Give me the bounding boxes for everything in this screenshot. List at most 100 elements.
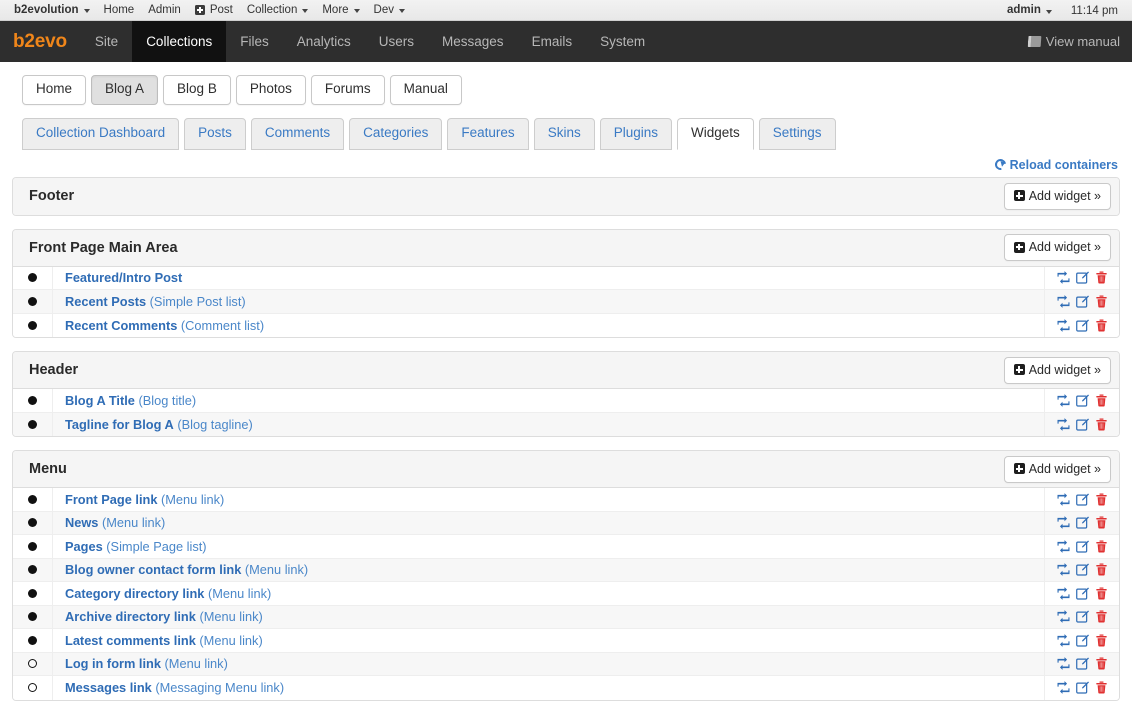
edit-widget-icon[interactable] [1076, 516, 1089, 530]
widget-enabled-toggle[interactable] [13, 558, 53, 582]
widget-label[interactable]: News (Menu link) [53, 515, 1044, 530]
add-widget-button[interactable]: Add widget » [1003, 356, 1111, 384]
edit-widget-icon[interactable] [1076, 271, 1089, 285]
move-widget-icon[interactable] [1057, 681, 1070, 695]
add-widget-button[interactable]: Add widget » [1003, 455, 1111, 483]
widget-enabled-toggle[interactable] [13, 412, 53, 437]
widget-row[interactable]: Pages (Simple Page list) [13, 535, 1119, 559]
tab-skins[interactable]: Skins [533, 117, 595, 150]
collection-tab-blog-a[interactable]: Blog A [91, 75, 159, 105]
widget-enabled-toggle[interactable] [13, 389, 53, 412]
move-widget-icon[interactable] [1057, 516, 1070, 530]
widget-row[interactable]: Log in form link (Menu link) [13, 652, 1119, 677]
nav-tab-files[interactable]: Files [226, 21, 283, 62]
delete-widget-icon[interactable] [1095, 295, 1108, 308]
widget-enabled-toggle[interactable] [13, 266, 53, 290]
collection-tab-manual[interactable]: Manual [389, 75, 462, 105]
tab-features[interactable]: Features [447, 117, 529, 150]
widget-row[interactable]: Archive directory link (Menu link) [13, 605, 1119, 630]
edit-widget-icon[interactable] [1076, 319, 1089, 332]
evobar-item-admin[interactable]: Admin [141, 0, 188, 21]
collection-tab-photos[interactable]: Photos [235, 75, 306, 105]
move-widget-icon[interactable] [1057, 493, 1070, 506]
widget-row[interactable]: News (Menu link) [13, 511, 1119, 536]
delete-widget-icon[interactable] [1095, 587, 1108, 600]
delete-widget-icon[interactable] [1095, 271, 1108, 284]
nav-tab-site[interactable]: Site [81, 21, 132, 62]
widget-enabled-toggle[interactable] [13, 629, 53, 652]
app-logo[interactable]: b2evo [0, 21, 81, 62]
delete-widget-icon[interactable] [1095, 493, 1108, 506]
tab-settings[interactable]: Settings [758, 117, 836, 150]
widget-label[interactable]: Category directory link (Menu link) [53, 586, 1044, 601]
widget-row[interactable]: Blog A Title (Blog title) [13, 389, 1119, 413]
edit-widget-icon[interactable] [1076, 610, 1089, 624]
widget-enabled-toggle[interactable] [13, 488, 53, 511]
widget-enabled-toggle[interactable] [13, 290, 53, 313]
tab-collection-dashboard[interactable]: Collection Dashboard [22, 117, 180, 150]
move-widget-icon[interactable] [1057, 610, 1070, 624]
move-widget-icon[interactable] [1057, 540, 1070, 553]
widget-row[interactable]: Recent Comments (Comment list) [13, 313, 1119, 338]
edit-widget-icon[interactable] [1076, 295, 1089, 308]
widget-label[interactable]: Front Page link (Menu link) [53, 492, 1044, 507]
tab-widgets[interactable]: Widgets [676, 117, 754, 150]
move-widget-icon[interactable] [1057, 319, 1070, 332]
widget-enabled-toggle[interactable] [13, 582, 53, 605]
widget-label[interactable]: Messages link (Messaging Menu link) [53, 680, 1044, 695]
evobar-item-dev[interactable]: Dev [367, 0, 412, 21]
move-widget-icon[interactable] [1057, 587, 1070, 600]
widget-enabled-toggle[interactable] [13, 676, 53, 700]
delete-widget-icon[interactable] [1095, 681, 1108, 694]
widget-row[interactable]: Latest comments link (Menu link) [13, 629, 1119, 653]
widget-enabled-toggle[interactable] [13, 605, 53, 629]
widget-label[interactable]: Blog A Title (Blog title) [53, 393, 1044, 408]
widget-row[interactable]: Messages link (Messaging Menu link) [13, 676, 1119, 700]
nav-tab-collections[interactable]: Collections [132, 21, 227, 62]
tab-categories[interactable]: Categories [349, 117, 443, 150]
widget-row[interactable]: Featured/Intro Post [13, 266, 1119, 291]
move-widget-icon[interactable] [1057, 295, 1070, 308]
collection-tab-forums[interactable]: Forums [310, 75, 385, 105]
edit-widget-icon[interactable] [1076, 634, 1089, 647]
widget-row[interactable]: Blog owner contact form link (Menu link) [13, 558, 1119, 583]
widget-label[interactable]: Log in form link (Menu link) [53, 656, 1044, 671]
widget-row[interactable]: Tagline for Blog A (Blog tagline) [13, 412, 1119, 437]
edit-widget-icon[interactable] [1076, 681, 1089, 695]
move-widget-icon[interactable] [1057, 563, 1070, 577]
delete-widget-icon[interactable] [1095, 394, 1108, 407]
move-widget-icon[interactable] [1057, 394, 1070, 407]
widget-enabled-toggle[interactable] [13, 535, 53, 558]
evobar-item-collection[interactable]: Collection [240, 0, 316, 21]
delete-widget-icon[interactable] [1095, 319, 1108, 332]
reload-containers-link[interactable]: Reload containers [992, 157, 1118, 173]
delete-widget-icon[interactable] [1095, 418, 1108, 431]
delete-widget-icon[interactable] [1095, 516, 1108, 529]
evobar-item-post[interactable]: Post [188, 0, 240, 21]
collection-tab-home[interactable]: Home [22, 75, 87, 105]
delete-widget-icon[interactable] [1095, 657, 1108, 670]
evobar-item-more[interactable]: More [315, 0, 366, 21]
widget-label[interactable]: Recent Comments (Comment list) [53, 318, 1044, 333]
move-widget-icon[interactable] [1057, 418, 1070, 431]
collection-tab-blog-b[interactable]: Blog B [163, 75, 231, 105]
widget-enabled-toggle[interactable] [13, 313, 53, 338]
edit-widget-icon[interactable] [1076, 394, 1089, 407]
evobar-item-home[interactable]: Home [97, 0, 142, 21]
widget-label[interactable]: Featured/Intro Post [53, 270, 1044, 285]
delete-widget-icon[interactable] [1095, 540, 1108, 553]
move-widget-icon[interactable] [1057, 634, 1070, 647]
move-widget-icon[interactable] [1057, 657, 1070, 671]
widget-label[interactable]: Recent Posts (Simple Post list) [53, 294, 1044, 309]
view-manual-link[interactable]: View manual [1027, 21, 1120, 62]
user-menu[interactable]: admin [1000, 0, 1059, 21]
delete-widget-icon[interactable] [1095, 610, 1108, 623]
delete-widget-icon[interactable] [1095, 563, 1108, 576]
add-widget-button[interactable]: Add widget » [1003, 182, 1111, 210]
widget-enabled-toggle[interactable] [13, 652, 53, 676]
nav-tab-emails[interactable]: Emails [518, 21, 587, 62]
evobar-brand-menu[interactable]: b2evolution [7, 0, 97, 21]
widget-enabled-toggle[interactable] [13, 511, 53, 535]
tab-plugins[interactable]: Plugins [599, 117, 672, 150]
widget-label[interactable]: Blog owner contact form link (Menu link) [53, 562, 1044, 577]
